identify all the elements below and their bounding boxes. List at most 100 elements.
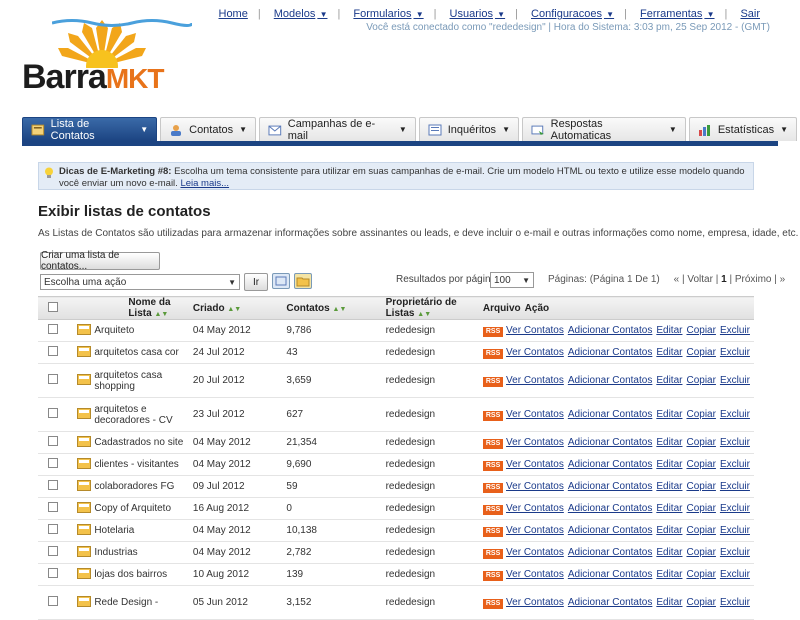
view-contacts-link[interactable]: Ver Contatos: [506, 481, 564, 492]
rss-icon[interactable]: RSS: [482, 348, 504, 359]
copy-link[interactable]: Copiar: [686, 437, 715, 448]
rss-icon[interactable]: RSS: [482, 598, 504, 609]
sort-icon[interactable]: ▲▼: [227, 306, 241, 313]
copy-link[interactable]: Copiar: [686, 547, 715, 558]
rss-icon[interactable]: RSS: [482, 438, 504, 449]
add-contacts-link[interactable]: Adicionar Contatos: [568, 597, 653, 608]
rss-icon[interactable]: RSS: [482, 548, 504, 559]
owner-column-header[interactable]: Proprietário de Listas ▲▼: [379, 296, 483, 320]
edit-link[interactable]: Editar: [656, 347, 682, 358]
view-contacts-link[interactable]: Ver Contatos: [506, 437, 564, 448]
next-page-link[interactable]: | Próximo |: [729, 274, 776, 285]
delete-link[interactable]: Excluir: [720, 525, 750, 536]
row-checkbox[interactable]: [48, 596, 58, 606]
nav-home-link[interactable]: Home: [219, 8, 248, 20]
view-contacts-link[interactable]: Ver Contatos: [506, 547, 564, 558]
edit-link[interactable]: Editar: [656, 597, 682, 608]
row-checkbox[interactable]: [48, 524, 58, 534]
rss-icon[interactable]: RSS: [482, 376, 504, 387]
first-page-link[interactable]: «: [674, 274, 680, 285]
name-column-header[interactable]: Nome da Lista ▲▼: [92, 296, 187, 320]
view-contacts-link[interactable]: Ver Contatos: [506, 459, 564, 470]
nav-formularios-link[interactable]: Formularios ▼: [353, 8, 423, 20]
row-checkbox[interactable]: [48, 324, 58, 334]
copy-link[interactable]: Copiar: [686, 597, 715, 608]
view-contacts-link[interactable]: Ver Contatos: [506, 347, 564, 358]
add-contacts-link[interactable]: Adicionar Contatos: [568, 459, 653, 470]
add-contacts-link[interactable]: Adicionar Contatos: [568, 325, 653, 336]
row-checkbox[interactable]: [48, 346, 58, 356]
nav-usuarios-link[interactable]: Usuarios ▼: [450, 8, 506, 20]
delete-link[interactable]: Excluir: [720, 409, 750, 420]
edit-link[interactable]: Editar: [656, 459, 682, 470]
copy-link[interactable]: Copiar: [686, 347, 715, 358]
tab-lista-de-contatos[interactable]: Lista de Contatos ▼: [22, 117, 158, 142]
delete-link[interactable]: Excluir: [720, 481, 750, 492]
create-list-button[interactable]: Criar uma lista de contatos...: [40, 250, 160, 272]
edit-link[interactable]: Editar: [656, 503, 682, 514]
view-contacts-link[interactable]: Ver Contatos: [506, 569, 564, 580]
results-per-page-select[interactable]: 100 ▼: [490, 272, 534, 288]
add-contacts-link[interactable]: Adicionar Contatos: [568, 409, 653, 420]
delete-link[interactable]: Excluir: [720, 437, 750, 448]
tab-contatos[interactable]: Contatos ▼: [160, 117, 257, 141]
copy-link[interactable]: Copiar: [686, 375, 715, 386]
edit-link[interactable]: Editar: [656, 525, 682, 536]
copy-link[interactable]: Copiar: [686, 503, 715, 514]
tab-inqueritos[interactable]: Inquéritos ▼: [418, 117, 519, 141]
sort-icon[interactable]: ▲▼: [417, 311, 431, 318]
edit-link[interactable]: Editar: [656, 375, 682, 386]
folder-view-icon[interactable]: [294, 273, 312, 289]
tab-campanhas-de-email[interactable]: Campanhas de e-mail ▼: [259, 117, 416, 142]
tab-estatisticas[interactable]: Estatísticas ▼: [688, 117, 797, 141]
rss-icon[interactable]: RSS: [482, 526, 504, 537]
row-checkbox[interactable]: [48, 408, 58, 418]
delete-link[interactable]: Excluir: [720, 547, 750, 558]
rss-icon[interactable]: RSS: [482, 504, 504, 515]
delete-link[interactable]: Excluir: [720, 597, 750, 608]
delete-link[interactable]: Excluir: [720, 569, 750, 580]
list-view-icon[interactable]: [272, 273, 290, 289]
action-select[interactable]: Escolha uma ação ▼: [40, 274, 240, 290]
rss-icon[interactable]: RSS: [482, 460, 504, 471]
add-contacts-link[interactable]: Adicionar Contatos: [568, 375, 653, 386]
sort-icon[interactable]: ▲▼: [154, 311, 168, 318]
add-contacts-link[interactable]: Adicionar Contatos: [568, 481, 653, 492]
delete-link[interactable]: Excluir: [720, 325, 750, 336]
rss-icon[interactable]: RSS: [482, 410, 504, 421]
edit-link[interactable]: Editar: [656, 481, 682, 492]
copy-link[interactable]: Copiar: [686, 481, 715, 492]
edit-link[interactable]: Editar: [656, 547, 682, 558]
go-button[interactable]: Ir: [244, 273, 268, 291]
select-all-checkbox[interactable]: [48, 301, 58, 312]
contacts-column-header[interactable]: Contatos ▲▼: [280, 296, 380, 320]
add-contacts-link[interactable]: Adicionar Contatos: [568, 547, 653, 558]
barramkt-logo[interactable]: BarraMKT: [22, 18, 192, 103]
copy-link[interactable]: Copiar: [686, 525, 715, 536]
edit-link[interactable]: Editar: [656, 409, 682, 420]
edit-link[interactable]: Editar: [656, 569, 682, 580]
delete-link[interactable]: Excluir: [720, 459, 750, 470]
nav-modelos-link[interactable]: Modelos ▼: [274, 8, 328, 20]
tab-respostas-automaticas[interactable]: Respostas Automaticas ▼: [521, 117, 686, 142]
nav-configuracoes-link[interactable]: Configuracoes ▼: [531, 8, 614, 20]
add-contacts-link[interactable]: Adicionar Contatos: [568, 437, 653, 448]
add-contacts-link[interactable]: Adicionar Contatos: [568, 569, 653, 580]
rss-icon[interactable]: RSS: [482, 570, 504, 581]
delete-link[interactable]: Excluir: [720, 375, 750, 386]
copy-link[interactable]: Copiar: [686, 459, 715, 470]
prev-page-link[interactable]: | Voltar |: [682, 274, 718, 285]
edit-link[interactable]: Editar: [656, 325, 682, 336]
delete-link[interactable]: Excluir: [720, 347, 750, 358]
created-column-header[interactable]: Criado ▲▼: [186, 296, 281, 320]
edit-link[interactable]: Editar: [656, 437, 682, 448]
rss-icon[interactable]: RSS: [482, 482, 504, 493]
add-contacts-link[interactable]: Adicionar Contatos: [568, 347, 653, 358]
copy-link[interactable]: Copiar: [686, 325, 715, 336]
delete-link[interactable]: Excluir: [720, 503, 750, 514]
row-checkbox[interactable]: [48, 480, 58, 490]
view-contacts-link[interactable]: Ver Contatos: [506, 597, 564, 608]
row-checkbox[interactable]: [48, 436, 58, 446]
view-contacts-link[interactable]: Ver Contatos: [506, 375, 564, 386]
add-contacts-link[interactable]: Adicionar Contatos: [568, 525, 653, 536]
